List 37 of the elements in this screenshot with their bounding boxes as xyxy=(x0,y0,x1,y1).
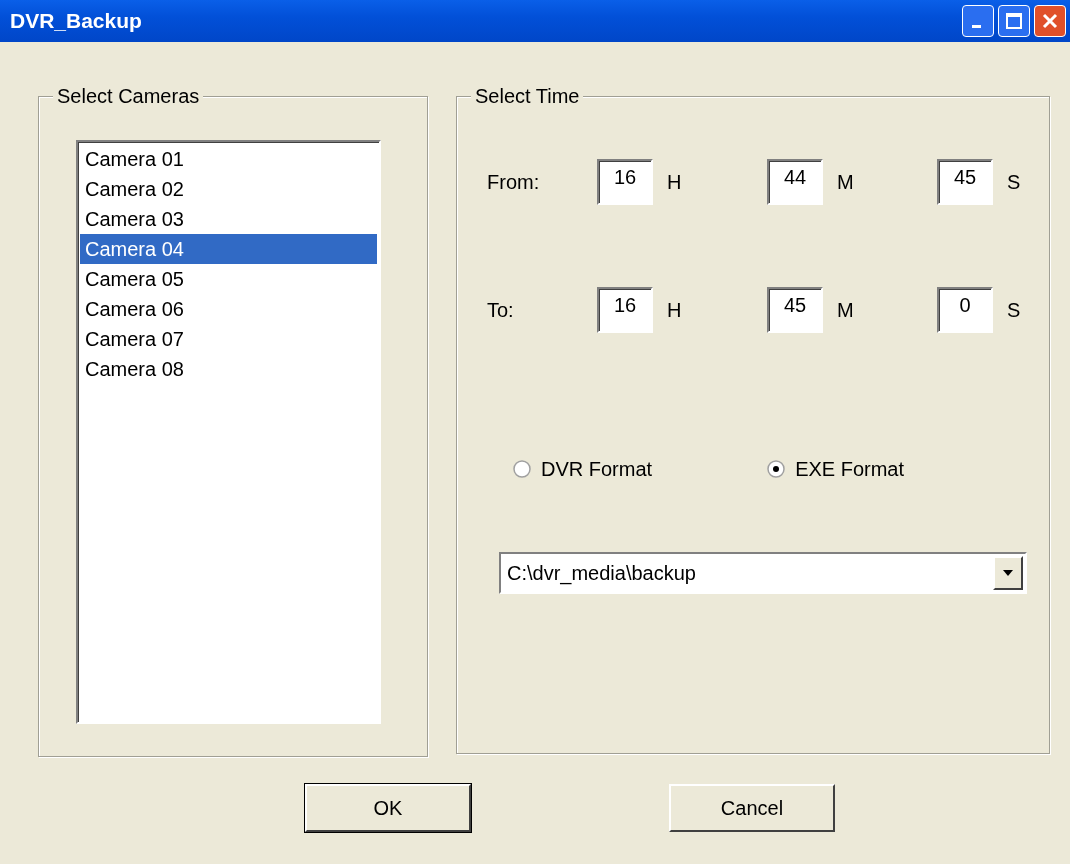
maximize-button[interactable] xyxy=(998,5,1030,37)
unit-label: S xyxy=(1007,298,1022,323)
time-label: From: xyxy=(487,170,541,195)
time-label: To: xyxy=(487,298,515,323)
camera-item[interactable]: Camera 07 xyxy=(80,324,377,354)
camera-item[interactable]: Camera 06 xyxy=(80,294,377,324)
radio-icon[interactable] xyxy=(513,460,531,478)
camera-item[interactable]: Camera 01 xyxy=(80,144,377,174)
maximize-icon xyxy=(1005,12,1023,30)
unit-label: H xyxy=(667,170,683,195)
unit-label: M xyxy=(837,298,855,323)
format-radio[interactable]: DVR Format xyxy=(513,454,653,484)
time-field[interactable]: 44 xyxy=(767,159,823,205)
ok-button[interactable]: OK xyxy=(305,784,471,832)
camera-item[interactable]: Camera 08 xyxy=(80,354,377,384)
window-title: DVR_Backup xyxy=(10,8,142,35)
camera-item[interactable]: Camera 02 xyxy=(80,174,377,204)
camera-item[interactable]: Camera 04 xyxy=(80,234,377,264)
time-field[interactable]: 16 xyxy=(597,287,653,333)
path-dropdown[interactable]: C:\dvr_media\backup xyxy=(499,552,1027,594)
time-field[interactable]: 45 xyxy=(937,159,993,205)
close-icon xyxy=(1041,12,1059,30)
close-button[interactable] xyxy=(1034,5,1066,37)
time-field[interactable]: 0 xyxy=(937,287,993,333)
radio-icon[interactable] xyxy=(767,460,786,478)
minimize-button[interactable] xyxy=(962,5,994,37)
time-field[interactable]: 16 xyxy=(597,159,653,205)
unit-label: H xyxy=(667,298,683,323)
path-field[interactable]: C:\dvr_media\backup xyxy=(501,557,993,589)
camera-item[interactable]: Camera 03 xyxy=(80,204,377,234)
format-radio[interactable]: EXE Format xyxy=(767,454,905,484)
unit-label: S xyxy=(1007,170,1022,195)
cancel-button[interactable]: Cancel xyxy=(669,784,835,832)
minimize-icon xyxy=(971,24,981,28)
time-field[interactable]: 45 xyxy=(767,287,823,333)
camera-item[interactable]: Camera 05 xyxy=(80,264,377,294)
unit-label: M xyxy=(837,170,855,195)
